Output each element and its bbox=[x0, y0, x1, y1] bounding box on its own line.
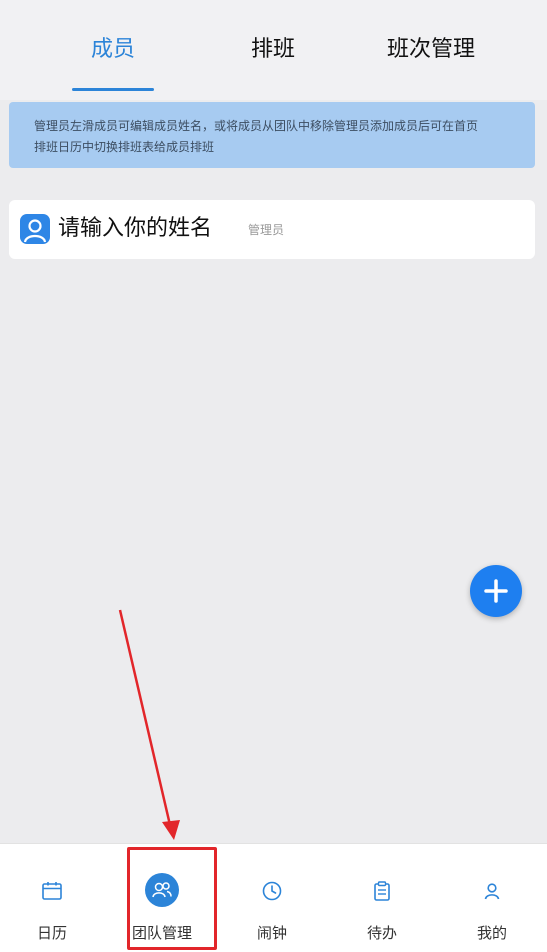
nav-item-todo[interactable]: 待办 bbox=[332, 844, 432, 952]
user-avatar-icon bbox=[20, 214, 50, 244]
team-icon bbox=[145, 873, 179, 907]
calendar-icon bbox=[42, 882, 62, 900]
active-tab-indicator bbox=[72, 88, 154, 91]
clock-icon bbox=[262, 881, 282, 901]
person-icon bbox=[484, 883, 500, 900]
member-role-badge: 管理员 bbox=[248, 223, 285, 237]
member-list-item[interactable]: 请输入你的姓名 管理员 bbox=[9, 200, 535, 259]
member-name: 请输入你的姓名 bbox=[58, 216, 213, 241]
bottom-navigation: 日历 团队管理 闹钟 待办 我的 bbox=[0, 843, 547, 952]
nav-label-todo: 待办 bbox=[366, 924, 397, 942]
add-member-button[interactable] bbox=[470, 565, 522, 617]
tab-schedule[interactable]: 排班 bbox=[232, 30, 314, 70]
nav-label-mine: 我的 bbox=[476, 924, 507, 942]
top-tabs: 成员 排班 班次管理 bbox=[0, 0, 547, 100]
notice-line-1: 管理员左滑成员可编辑成员姓名，或将成员从团队中移除管理员添加成员后可在首页 bbox=[34, 119, 479, 133]
nav-item-team-management[interactable]: 团队管理 bbox=[112, 844, 212, 952]
tab-shift-management[interactable]: 班次管理 bbox=[370, 30, 492, 70]
notice-line-2: 排班日历中切换排班表给成员排班 bbox=[34, 140, 215, 154]
plus-icon bbox=[484, 579, 508, 603]
nav-item-alarm[interactable]: 闹钟 bbox=[222, 844, 322, 952]
nav-label-alarm: 闹钟 bbox=[256, 924, 287, 942]
nav-label-team-management: 团队管理 bbox=[131, 924, 192, 942]
info-notice: 管理员左滑成员可编辑成员姓名，或将成员从团队中移除管理员添加成员后可在首页 排班… bbox=[9, 102, 535, 168]
tab-members[interactable]: 成员 bbox=[72, 30, 154, 70]
nav-item-calendar[interactable]: 日历 bbox=[2, 844, 102, 952]
nav-item-mine[interactable]: 我的 bbox=[442, 844, 542, 952]
nav-label-calendar: 日历 bbox=[36, 924, 67, 942]
clipboard-icon bbox=[374, 881, 390, 901]
